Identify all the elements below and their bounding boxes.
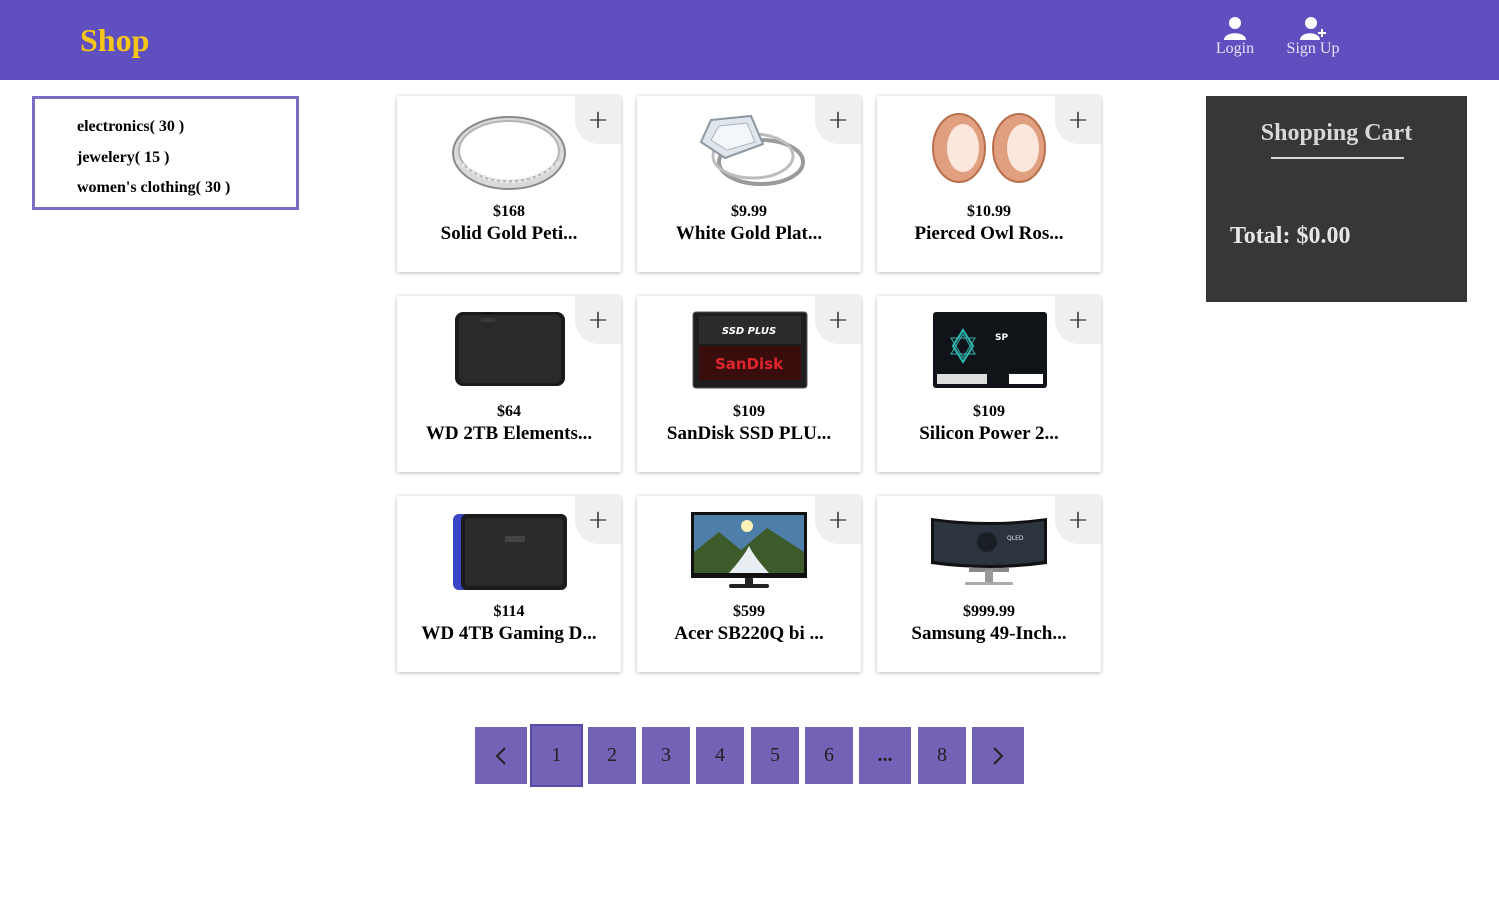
product-title[interactable]: Solid Gold Peti... bbox=[397, 223, 621, 245]
cart-title-underline bbox=[1271, 157, 1404, 159]
add-to-cart-button[interactable]: + bbox=[575, 296, 621, 344]
svg-text:SanDisk: SanDisk bbox=[715, 355, 784, 373]
add-to-cart-button[interactable]: + bbox=[815, 296, 861, 344]
page-ellipsis[interactable]: ... bbox=[859, 727, 911, 784]
product-card[interactable]: + $168 Solid Gold Peti... bbox=[397, 96, 621, 272]
svg-text:SSD PLUS: SSD PLUS bbox=[722, 326, 776, 337]
product-card[interactable]: + $10.99 Pierced Owl Ros... bbox=[877, 96, 1101, 272]
product-price: $64 bbox=[497, 403, 521, 420]
user-plus-icon bbox=[1300, 17, 1326, 40]
product-title[interactable]: Acer SB220Q bi ... bbox=[637, 623, 861, 645]
login-button[interactable]: Login bbox=[1213, 16, 1257, 58]
product-image-plugs bbox=[929, 106, 1049, 190]
login-label: Login bbox=[1215, 40, 1255, 57]
product-image-diamond-ring bbox=[689, 106, 809, 190]
add-to-cart-button[interactable]: + bbox=[575, 96, 621, 144]
product-title[interactable]: WD 4TB Gaming D... bbox=[397, 623, 621, 645]
product-grid: + $168 Solid Gold Peti... + $9.99 White … bbox=[397, 96, 1102, 672]
product-price: $9.99 bbox=[731, 203, 767, 220]
next-page-button[interactable] bbox=[972, 727, 1024, 784]
product-image-sandisk-ssd: SSD PLUS SanDisk bbox=[689, 306, 809, 390]
pagination: 1 2 3 4 5 6 ... 8 bbox=[0, 724, 1499, 787]
category-womens-clothing[interactable]: women's clothing( 30 ) bbox=[77, 173, 296, 204]
product-title[interactable]: SanDisk SSD PLU... bbox=[637, 423, 861, 445]
product-card[interactable]: SP + $109 Silicon Power 2... bbox=[877, 296, 1101, 472]
product-image-gaming-drive bbox=[449, 506, 569, 590]
add-to-cart-button[interactable]: + bbox=[1055, 296, 1101, 344]
product-price: $109 bbox=[973, 403, 1005, 420]
product-image-acer-monitor bbox=[689, 506, 809, 590]
svg-text:SP: SP bbox=[995, 333, 1008, 343]
product-title[interactable]: Pierced Owl Ros... bbox=[877, 223, 1101, 245]
page-button-5[interactable]: 5 bbox=[751, 727, 799, 784]
product-title[interactable]: WD 2TB Elements... bbox=[397, 423, 621, 445]
product-price: $109 bbox=[733, 403, 765, 420]
chevron-left-icon bbox=[495, 746, 506, 765]
add-to-cart-button[interactable]: + bbox=[1055, 96, 1101, 144]
product-title[interactable]: Samsung 49-Inch... bbox=[877, 623, 1101, 645]
signup-label: Sign Up bbox=[1286, 40, 1340, 57]
product-price: $168 bbox=[493, 203, 525, 220]
product-image-samsung-monitor: QLED bbox=[929, 506, 1049, 590]
product-card[interactable]: + $599 Acer SB220Q bi ... bbox=[637, 496, 861, 672]
page-button-2[interactable]: 2 bbox=[588, 727, 636, 784]
page-button-4[interactable]: 4 bbox=[696, 727, 744, 784]
page-button-3[interactable]: 3 bbox=[642, 727, 690, 784]
page-button-1[interactable]: 1 bbox=[530, 724, 583, 787]
product-image-silicon-power-ssd: SP bbox=[929, 306, 1049, 390]
cart-total: Total: $0.00 bbox=[1230, 223, 1351, 249]
previous-page-button[interactable] bbox=[475, 727, 527, 784]
add-to-cart-button[interactable]: + bbox=[575, 496, 621, 544]
product-title[interactable]: White Gold Plat... bbox=[637, 223, 861, 245]
product-price: $10.99 bbox=[967, 203, 1011, 220]
user-icon bbox=[1224, 17, 1246, 40]
top-header: Shop Login Sign Up bbox=[0, 0, 1499, 80]
product-price: $999.99 bbox=[963, 603, 1015, 620]
cart-title: Shopping Cart bbox=[1260, 120, 1413, 146]
product-image-ring bbox=[449, 106, 569, 190]
category-electronics[interactable]: electronics( 30 ) bbox=[77, 112, 296, 143]
product-card[interactable]: SSD PLUS SanDisk + $109 SanDisk SSD PLU.… bbox=[637, 296, 861, 472]
page-button-8[interactable]: 8 bbox=[918, 727, 966, 784]
category-jewelery[interactable]: jewelery( 15 ) bbox=[77, 143, 296, 174]
product-price: $114 bbox=[493, 603, 525, 620]
product-price: $599 bbox=[733, 603, 765, 620]
product-title[interactable]: Silicon Power 2... bbox=[877, 423, 1101, 445]
add-to-cart-button[interactable]: + bbox=[815, 496, 861, 544]
shopping-cart-panel: Shopping Cart Total: $0.00 bbox=[1206, 96, 1467, 302]
product-image-hard-drive bbox=[449, 306, 569, 390]
product-card[interactable]: QLED + $999.99 Samsung 49-Inch... bbox=[877, 496, 1101, 672]
page-button-6[interactable]: 6 bbox=[805, 727, 853, 784]
svg-text:QLED: QLED bbox=[1007, 535, 1024, 542]
chevron-right-icon bbox=[993, 746, 1004, 765]
add-to-cart-button[interactable]: + bbox=[1055, 496, 1101, 544]
brand-logo[interactable]: Shop bbox=[80, 20, 149, 60]
product-card[interactable]: + $114 WD 4TB Gaming D... bbox=[397, 496, 621, 672]
add-to-cart-button[interactable]: + bbox=[815, 96, 861, 144]
product-card[interactable]: + $64 WD 2TB Elements... bbox=[397, 296, 621, 472]
product-card[interactable]: + $9.99 White Gold Plat... bbox=[637, 96, 861, 272]
category-sidebar: electronics( 30 ) jewelery( 15 ) women's… bbox=[32, 96, 299, 210]
signup-button[interactable]: Sign Up bbox=[1283, 16, 1343, 58]
